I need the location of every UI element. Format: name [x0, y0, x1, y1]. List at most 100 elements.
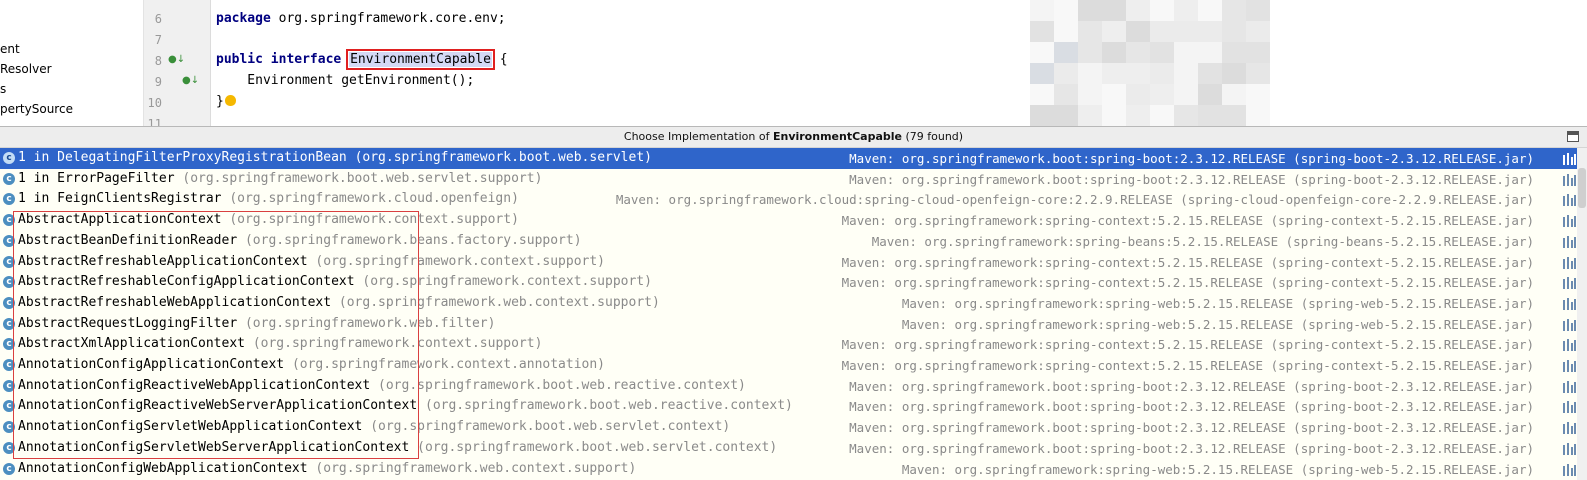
popup-title-prefix: Choose Implementation of: [623, 130, 773, 143]
package-name: (org.springframework.boot.web.servlet.su…: [182, 170, 543, 186]
library-icon: [1563, 442, 1577, 455]
implementation-name: AbstractApplicationContext (org.springfr…: [18, 212, 519, 227]
blur-pixel: [1246, 21, 1270, 42]
popup-title-suffix: (79 found): [901, 130, 964, 143]
package-name: (org.springframework.cloud.openfeign): [229, 191, 519, 207]
implementation-row[interactable]: c AbstractApplicationContext (org.springf…: [0, 210, 1587, 231]
blur-pixel: [1102, 84, 1126, 105]
package-name: (org.springframework.web.filter): [244, 315, 496, 331]
tree-item[interactable]: ent: [0, 42, 20, 56]
blur-pixel: [1078, 105, 1102, 126]
library-icon: [1563, 153, 1577, 165]
class-name: AbstractRequestLoggingFilter: [18, 315, 238, 331]
implementation-row[interactable]: c AbstractRefreshableConfigApplicationCon…: [0, 272, 1587, 293]
implementation-row[interactable]: c AnnotationConfigServletWebApplicationCo…: [0, 417, 1587, 438]
blur-pixel: [1222, 0, 1246, 21]
maven-library: Maven: org.springframework.boot:spring-b…: [849, 378, 1534, 394]
class-icon: c: [3, 255, 15, 268]
implementation-name: AnnotationConfigApplicationContext (org.…: [18, 357, 605, 372]
implementation-row[interactable]: c AbstractRequestLoggingFilter (org.sprin…: [0, 314, 1587, 335]
blur-pixel: [1198, 0, 1222, 21]
code-editor[interactable]: package org.springframework.core.env; pu…: [211, 0, 1587, 126]
implementation-row[interactable]: c1 in FeignClientsRegistrar (org.springf…: [0, 189, 1587, 210]
blur-pixel: [1078, 84, 1102, 105]
implementation-row[interactable]: c AnnotationConfigReactiveWebApplicationC…: [0, 376, 1587, 397]
implemented-method-gutter-icon[interactable]: ●↓: [182, 75, 199, 86]
implementation-name: 1 in FeignClientsRegistrar (org.springfr…: [18, 191, 519, 206]
maven-library: Maven: org.springframework.boot:spring-b…: [849, 440, 1534, 456]
class-icon: c: [3, 400, 15, 413]
implementation-name: AbstractXmlApplicationContext (org.sprin…: [18, 336, 542, 351]
package-keyword: package: [216, 11, 271, 26]
code-line-10: }: [216, 94, 236, 109]
implementation-name: 1 in ErrorPageFilter (org.springframewor…: [18, 171, 542, 186]
maven-library: Maven: org.springframework.boot:spring-b…: [849, 151, 1534, 166]
implementation-row[interactable]: c AnnotationConfigWebApplicationContext (…: [0, 459, 1587, 480]
blur-pixel: [1198, 42, 1222, 63]
tree-item-label: ent: [0, 42, 20, 56]
blur-pixel: [1030, 84, 1054, 105]
blur-pixel: [1198, 21, 1222, 42]
package-name: (org.springframework.boot.web.reactive.c…: [425, 398, 793, 414]
blur-pixel: [1222, 42, 1246, 63]
lightbulb-icon[interactable]: [224, 95, 236, 106]
tree-item[interactable]: pertySource: [0, 102, 73, 116]
list-scrollbar[interactable]: [1577, 148, 1587, 480]
code-line-6: package org.springframework.core.env;: [216, 11, 506, 26]
blur-pixel: [1030, 0, 1054, 21]
library-icon: [1563, 463, 1577, 476]
implementation-row[interactable]: c AbstractRefreshableApplicationContext (…: [0, 252, 1587, 273]
blur-pixel: [1150, 0, 1174, 21]
implementation-row[interactable]: c AbstractBeanDefinitionReader (org.sprin…: [0, 231, 1587, 252]
package-name: (org.springframework.context.support): [229, 212, 519, 228]
implementation-row[interactable]: c1 in DelegatingFilterProxyRegistrationB…: [0, 148, 1587, 169]
blur-pixel: [1246, 63, 1270, 84]
implementation-row[interactable]: c1 in ErrorPageFilter (org.springframewo…: [0, 169, 1587, 190]
scrollbar-thumb[interactable]: [1578, 168, 1586, 208]
implementation-list: c1 in DelegatingFilterProxyRegistrationB…: [0, 148, 1587, 480]
blur-pixel: [1222, 63, 1246, 84]
implementation-row[interactable]: c AnnotationConfigReactiveWebServerApplic…: [0, 396, 1587, 417]
class-icon: c: [3, 152, 15, 164]
popup-header: Choose Implementation of EnvironmentCapa…: [0, 127, 1587, 148]
interface-name-highlight[interactable]: EnvironmentCapable: [346, 49, 495, 70]
class-icon: c: [3, 193, 15, 206]
pin-window-icon[interactable]: [1567, 131, 1579, 142]
implemented-gutter-icon[interactable]: ●↓: [168, 54, 185, 65]
implementation-row[interactable]: c AnnotationConfigServletWebServerApplica…: [0, 438, 1587, 459]
implementation-row[interactable]: c AnnotationConfigApplicationContext (org…: [0, 355, 1587, 376]
blur-pixel: [1102, 21, 1126, 42]
class-name: AnnotationConfigReactiveWebServerApplica…: [18, 398, 418, 414]
blur-pixel: [1102, 42, 1126, 63]
blur-pixel: [1126, 63, 1150, 84]
library-icon: [1563, 297, 1577, 310]
maven-library: Maven: org.springframework:spring-contex…: [841, 337, 1534, 353]
implementation-name: AbstractRequestLoggingFilter (org.spring…: [18, 316, 495, 331]
line-number: 9: [154, 75, 162, 89]
blur-pixel: [1078, 0, 1102, 21]
blur-pixel: [1150, 63, 1174, 84]
tree-item[interactable]: s: [0, 82, 6, 96]
library-icon: [1563, 380, 1577, 393]
blur-pixel: [1126, 84, 1150, 105]
library-icon: [1563, 318, 1577, 331]
project-tree-panel: ent Resolver s pertySource: [0, 0, 144, 126]
blur-pixel: [1030, 21, 1054, 42]
tree-item[interactable]: Resolver: [0, 62, 52, 76]
library-icon: [1563, 215, 1577, 228]
package-name: (org.springframework.context.support): [252, 336, 543, 352]
implementation-row[interactable]: c AbstractRefreshableWebApplicationContex…: [0, 293, 1587, 314]
maven-library: Maven: org.springframework:spring-web:5.…: [901, 316, 1534, 332]
package-name: (org.springframework.boot.web.reactive.c…: [378, 377, 746, 393]
tree-item-label: Resolver: [0, 62, 52, 76]
class-name: AbstractRefreshableApplicationContext: [18, 253, 308, 269]
implementation-row[interactable]: c AbstractXmlApplicationContext (org.spri…: [0, 334, 1587, 355]
class-icon: c: [3, 234, 15, 247]
maven-library: Maven: org.springframework:spring-contex…: [841, 254, 1534, 270]
package-name: (org.springframework.context.annotation): [291, 357, 606, 372]
class-icon: c: [3, 338, 15, 351]
implementation-name: AbstractRefreshableConfigApplicationCont…: [18, 274, 652, 289]
package-name: (org.springframework.beans.factory.suppo…: [244, 232, 582, 248]
implementation-name: AnnotationConfigWebApplicationContext (o…: [18, 461, 636, 476]
class-name: AnnotationConfigServletWebServerApplicat…: [18, 439, 410, 455]
